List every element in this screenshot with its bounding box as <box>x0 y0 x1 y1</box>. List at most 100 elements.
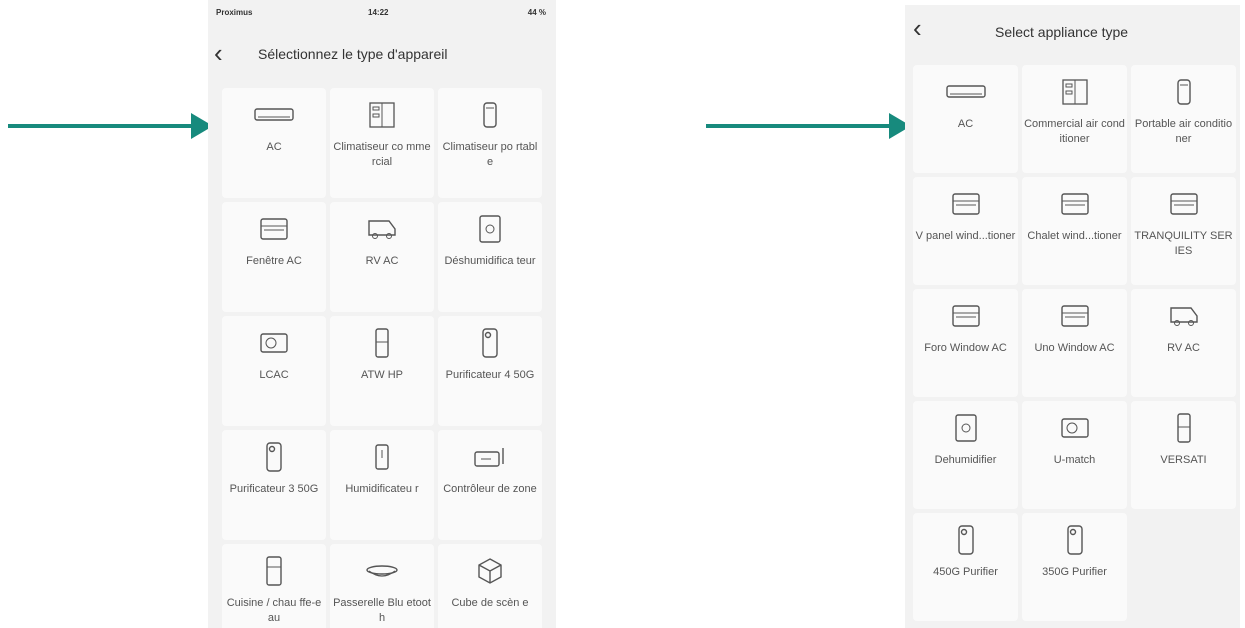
dehumidifier-icon <box>954 413 977 443</box>
appliance-label: RV AC <box>365 255 399 267</box>
page-title: Sélectionnez le type d'appareil <box>258 46 448 62</box>
appliance-label: Purificateur 3 50G <box>229 483 319 495</box>
purifier-icon <box>481 328 499 358</box>
purifier-icon <box>957 525 975 555</box>
window-ac-icon <box>1060 189 1089 219</box>
pointer-arrow-left <box>8 113 213 139</box>
appliance-tile[interactable]: Foro Window AC <box>913 289 1018 397</box>
portable-ac-icon <box>1176 77 1192 107</box>
appliance-label: 450G Purifier <box>933 566 998 578</box>
dehumidifier-icon <box>479 214 501 244</box>
appliance-tile[interactable]: Chalet wind...tioner <box>1022 177 1127 285</box>
page-title: Select appliance type <box>995 24 1129 40</box>
heat-pump-icon <box>374 328 390 358</box>
appliance-tile[interactable]: Portable air conditioner <box>1131 65 1236 173</box>
appliance-tile[interactable]: Humidificateu r <box>330 430 434 540</box>
appliance-tile[interactable]: 350G Purifier <box>1022 513 1127 621</box>
appliance-label: ATW HP <box>361 369 403 381</box>
appliance-tile[interactable]: Cuisine / chau ffe-eau <box>222 544 326 628</box>
appliance-tile[interactable]: TRANQUILITY SERIES <box>1131 177 1236 285</box>
appliance-label: Cube de scèn e <box>451 597 529 609</box>
appliance-tile[interactable]: 450G Purifier <box>913 513 1018 621</box>
appliance-tile[interactable]: RV AC <box>1131 289 1236 397</box>
water-heater-icon <box>265 556 283 586</box>
appliance-label: Uno Window AC <box>1034 342 1115 354</box>
heat-pump-icon <box>1176 413 1192 443</box>
appliance-tile[interactable]: Uno Window AC <box>1022 289 1127 397</box>
carrier-label: Proximus <box>216 8 253 17</box>
appliance-label: V panel wind...tioner <box>915 230 1016 242</box>
appliance-tile[interactable]: ATW HP <box>330 316 434 426</box>
appliance-label: Climatiseur co mmercial <box>333 141 431 168</box>
window-ac-icon <box>260 214 288 244</box>
appliance-tile[interactable]: Commercial air conditioner <box>1022 65 1127 173</box>
appliance-tile[interactable]: RV AC <box>330 202 434 312</box>
purifier-icon <box>265 442 283 472</box>
header-bar: ‹ Sélectionnez le type d'appareil <box>208 32 556 78</box>
lcac-icon <box>1060 413 1089 443</box>
window-ac-icon <box>1169 189 1198 219</box>
cube-icon <box>477 556 503 586</box>
appliance-tile[interactable]: VERSATI <box>1131 401 1236 509</box>
appliance-label: AC <box>266 141 282 153</box>
commercial-ac-icon <box>369 100 395 130</box>
appliance-label: VERSATI <box>1160 454 1207 466</box>
appliance-tile[interactable]: AC <box>222 88 326 198</box>
purifier-icon <box>1066 525 1084 555</box>
chevron-left-icon[interactable]: ‹ <box>913 15 922 41</box>
appliance-tile[interactable]: Fenêtre AC <box>222 202 326 312</box>
rv-ac-icon <box>1168 301 1200 331</box>
chevron-left-icon[interactable]: ‹ <box>214 40 223 66</box>
appliance-label: Dehumidifier <box>934 454 997 466</box>
appliance-label: U-match <box>1053 454 1096 466</box>
zone-controller-icon <box>473 442 507 472</box>
appliance-tile[interactable]: Climatiseur co mmercial <box>330 88 434 198</box>
gateway-icon <box>365 556 399 586</box>
appliance-label: Passerelle Blu etooth <box>333 597 431 624</box>
window-ac-icon <box>951 301 980 331</box>
appliance-grid: AC Commercial air conditioner Portable air… <box>913 65 1238 621</box>
appliance-label: Déshumidifica teur <box>444 255 536 267</box>
appliance-tile[interactable]: Cube de scèn e <box>438 544 542 628</box>
appliance-tile[interactable]: Purificateur 3 50G <box>222 430 326 540</box>
appliance-label: TRANQUILITY SERIES <box>1134 230 1233 257</box>
pointer-arrow-right <box>706 113 911 139</box>
appliance-label: 350G Purifier <box>1042 566 1107 578</box>
appliance-label: Cuisine / chau ffe-eau <box>226 597 322 624</box>
appliance-label: Chalet wind...tioner <box>1027 230 1122 242</box>
battery-label: 44 % <box>527 8 546 17</box>
rv-ac-icon <box>366 214 398 244</box>
clock-label: 14:22 <box>368 8 389 17</box>
appliance-grid: AC Climatiseur co mmercial Climatiseur po … <box>222 88 542 628</box>
portable-ac-icon <box>482 100 498 130</box>
appliance-tile[interactable]: Purificateur 4 50G <box>438 316 542 426</box>
appliance-tile[interactable]: Dehumidifier <box>913 401 1018 509</box>
appliance-tile[interactable]: Contrôleur de zone <box>438 430 542 540</box>
window-ac-icon <box>1060 301 1089 331</box>
header-bar: ‹ Select appliance type <box>905 5 1240 51</box>
appliance-tile[interactable]: Déshumidifica teur <box>438 202 542 312</box>
commercial-ac-icon <box>1061 77 1088 107</box>
appliance-label: LCAC <box>259 369 289 381</box>
appliance-tile[interactable]: Passerelle Blu etooth <box>330 544 434 628</box>
appliance-tile[interactable]: U-match <box>1022 401 1127 509</box>
appliance-label: Climatiseur po rtable <box>442 141 538 168</box>
appliance-label: Commercial air conditioner <box>1024 118 1125 145</box>
appliance-label: Purificateur 4 50G <box>445 369 535 381</box>
appliance-label: Contrôleur de zone <box>443 483 537 495</box>
appliance-tile[interactable]: AC <box>913 65 1018 173</box>
split-ac-icon <box>254 100 294 130</box>
split-ac-icon <box>945 77 986 107</box>
appliance-tile[interactable]: V panel wind...tioner <box>913 177 1018 285</box>
left-phone-screen: Proximus 14:22 44 % ‹ Sélectionnez le ty… <box>208 0 556 628</box>
appliance-label: Portable air conditioner <box>1134 118 1233 145</box>
appliance-label: Humidificateu r <box>345 483 419 495</box>
window-ac-icon <box>951 189 980 219</box>
appliance-label: Foro Window AC <box>924 342 1007 354</box>
appliance-label: AC <box>957 118 974 130</box>
appliance-tile[interactable]: LCAC <box>222 316 326 426</box>
humidifier-icon <box>374 442 390 472</box>
lcac-icon <box>260 328 288 358</box>
right-phone-screen: ‹ Select appliance type AC Commercial air… <box>905 5 1240 628</box>
appliance-tile[interactable]: Climatiseur po rtable <box>438 88 542 198</box>
